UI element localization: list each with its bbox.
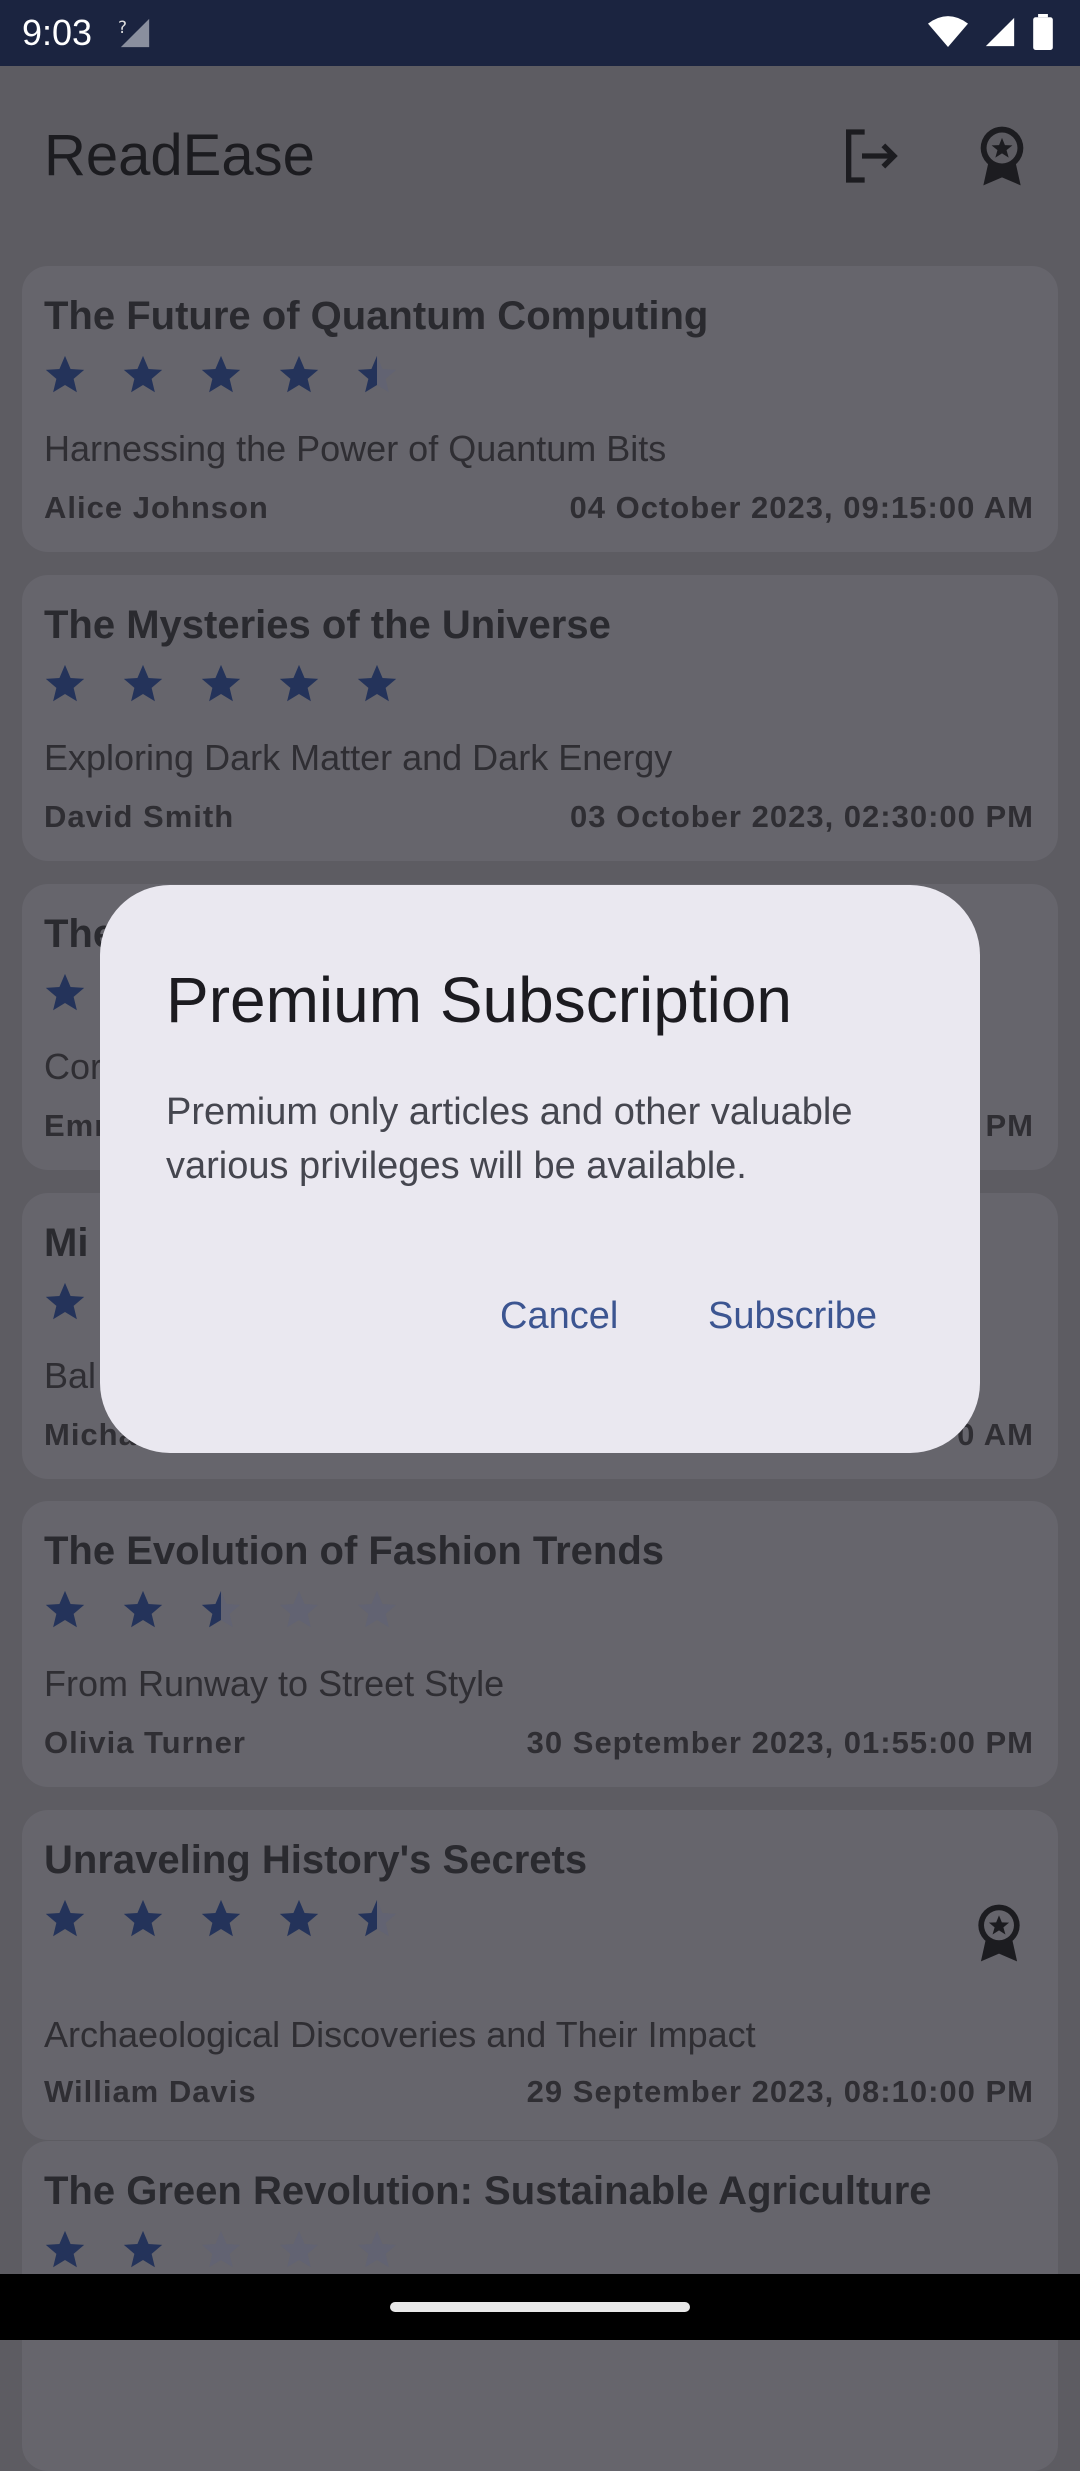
premium-award-icon <box>968 1902 1030 1964</box>
article-card[interactable]: The Mysteries of the Universe Exploring … <box>22 575 1058 861</box>
star-icon <box>198 2227 244 2278</box>
star-icon <box>276 1896 322 1947</box>
star-icon <box>276 661 322 712</box>
star-icon <box>42 1896 88 1947</box>
star-icon <box>42 2227 88 2278</box>
star-icon <box>354 661 400 712</box>
article-author: David Smith <box>44 799 235 834</box>
star-icon <box>42 661 88 712</box>
article-subtitle: From Runway to Street Style <box>44 1663 505 1704</box>
premium-subscription-dialog: Premium Subscription Premium only articl… <box>100 885 980 1453</box>
star-icon <box>198 661 244 712</box>
star-icon <box>354 2227 400 2278</box>
article-subtitle: Exploring Dark Matter and Dark Energy <box>44 737 673 778</box>
article-author: Alice Johnson <box>44 490 269 525</box>
article-author: Olivia Turner <box>44 1725 246 1760</box>
wifi-icon <box>928 15 968 54</box>
dialog-title: Premium Subscription <box>166 964 792 1036</box>
article-subtitle: Archaeological Discoveries and Their Imp… <box>44 2014 756 2055</box>
article-subtitle: Bal <box>44 1355 97 1396</box>
star-icon <box>198 1896 244 1947</box>
star-icon <box>354 352 400 403</box>
status-icons <box>928 14 1054 55</box>
star-icon <box>120 352 166 403</box>
article-title: The Future of Quantum Computing <box>44 294 709 338</box>
no-sim-signal-icon: ? <box>118 16 152 55</box>
cancel-button[interactable]: Cancel <box>500 1295 618 1338</box>
star-icon <box>354 1896 400 1947</box>
rating-stars <box>42 661 400 712</box>
premium-award-icon[interactable] <box>970 124 1034 188</box>
article-card[interactable]: The Evolution of Fashion Trends From Run… <box>22 1501 1058 1787</box>
star-icon <box>354 1587 400 1638</box>
star-icon <box>276 1587 322 1638</box>
star-icon <box>198 352 244 403</box>
svg-text:?: ? <box>118 18 127 38</box>
star-icon <box>120 1587 166 1638</box>
rating-stars <box>42 2227 400 2278</box>
rating-stars <box>42 1896 400 1947</box>
system-navigation-bar <box>0 2274 1080 2340</box>
star-icon <box>42 970 88 1021</box>
article-author: William Davis <box>44 2074 257 2109</box>
star-icon <box>120 661 166 712</box>
star-icon <box>276 2227 322 2278</box>
article-title: The Green Revolution: Sustainable Agricu… <box>44 2169 932 2213</box>
star-icon <box>42 352 88 403</box>
status-bar: 9:03 ? <box>0 0 1080 66</box>
article-card[interactable]: Unraveling History's Secrets Archaeologi… <box>22 1810 1058 2140</box>
article-date: 0 AM <box>957 1417 1034 1452</box>
rating-stars <box>42 1587 400 1638</box>
article-date: PM <box>985 1108 1034 1143</box>
top-app-bar: ReadEase <box>0 66 1080 246</box>
star-icon <box>120 2227 166 2278</box>
app-title: ReadEase <box>44 123 315 188</box>
article-date: 29 September 2023, 08:10:00 PM <box>526 2074 1034 2109</box>
article-title: The Evolution of Fashion Trends <box>44 1529 665 1573</box>
star-icon <box>198 1587 244 1638</box>
rating-stars <box>42 352 400 403</box>
star-icon <box>276 352 322 403</box>
article-date: 03 October 2023, 02:30:00 PM <box>570 799 1034 834</box>
subscribe-button[interactable]: Subscribe <box>708 1295 877 1338</box>
article-title: The Mysteries of the Universe <box>44 603 611 647</box>
article-author: Emr <box>44 1108 108 1143</box>
article-title: Unraveling History's Secrets <box>44 1838 588 1882</box>
home-gesture-handle[interactable] <box>390 2302 690 2312</box>
status-time: 9:03 <box>22 12 93 53</box>
article-card[interactable]: The Future of Quantum Computing Harnessi… <box>22 266 1058 552</box>
cell-signal-icon <box>982 15 1018 54</box>
article-subtitle: Cor <box>44 1046 103 1087</box>
article-title: Mi <box>44 1221 89 1265</box>
logout-icon[interactable] <box>838 124 902 188</box>
article-date: 04 October 2023, 09:15:00 AM <box>569 490 1034 525</box>
article-subtitle: Harnessing the Power of Quantum Bits <box>44 428 667 469</box>
star-icon <box>42 1587 88 1638</box>
star-icon <box>120 1896 166 1947</box>
star-icon <box>42 1279 88 1330</box>
article-date: 30 September 2023, 01:55:00 PM <box>526 1725 1034 1760</box>
dialog-body: Premium only articles and other valuable… <box>166 1091 853 1187</box>
battery-icon <box>1032 14 1054 55</box>
